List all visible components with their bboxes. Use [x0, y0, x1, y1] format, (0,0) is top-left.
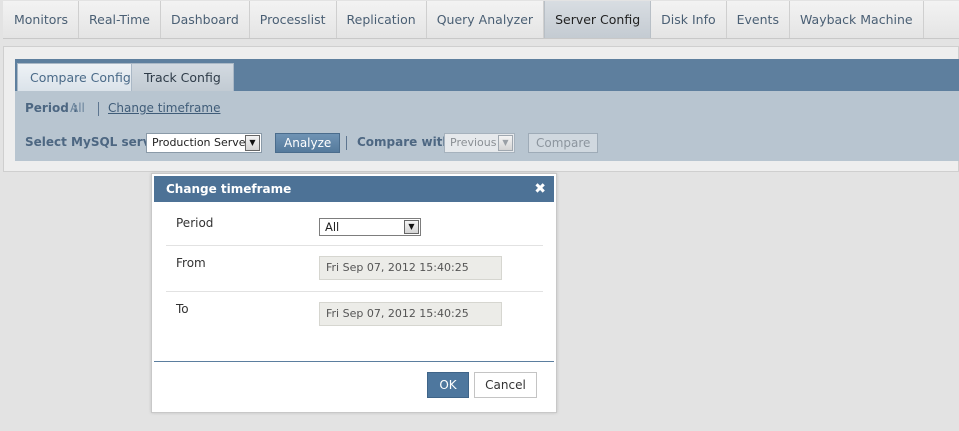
from-row: From Fri Sep 07, 2012 15:40:25	[166, 246, 543, 292]
period-select[interactable]: All ▼	[319, 218, 421, 236]
period-value: All	[70, 101, 85, 115]
from-date-input[interactable]: Fri Sep 07, 2012 15:40:25	[319, 256, 502, 280]
change-timeframe-dialog: Change timeframe ✖ Period All ▼ From Fri…	[151, 173, 557, 413]
divider	[346, 136, 347, 150]
dialog-footer-divider	[154, 361, 554, 362]
server-config-panel: Compare Config Track Config Period : All…	[3, 46, 959, 172]
compare-with-value: Previous	[450, 136, 497, 149]
nav-disk-info[interactable]: Disk Info	[651, 1, 727, 38]
config-toolbar: Period : All Change timeframe Select MyS…	[15, 91, 959, 161]
select-server-label: Select MySQL server	[25, 135, 165, 149]
chevron-down-icon: ▼	[498, 135, 513, 151]
nav-monitors[interactable]: Monitors	[3, 1, 80, 38]
period-field-label: Period	[176, 216, 214, 230]
tab-track-config[interactable]: Track Config	[131, 63, 234, 91]
tab-compare-config[interactable]: Compare Config	[17, 63, 144, 91]
cancel-button[interactable]: Cancel	[474, 372, 537, 398]
divider	[98, 102, 99, 116]
analyze-button[interactable]: Analyze	[275, 133, 341, 153]
nav-wayback-machine[interactable]: Wayback Machine	[790, 1, 924, 38]
nav-replication[interactable]: Replication	[337, 1, 427, 38]
top-navigation: Monitors Real-Time Dashboard Processlist…	[3, 1, 959, 39]
dialog-header: Change timeframe ✖	[154, 176, 554, 202]
from-label: From	[176, 256, 206, 270]
compare-with-label: Compare with	[357, 135, 451, 149]
nav-query-analyzer[interactable]: Query Analyzer	[427, 1, 545, 38]
to-row: To Fri Sep 07, 2012 15:40:25	[166, 292, 543, 338]
nav-events[interactable]: Events	[727, 1, 790, 38]
to-date-input[interactable]: Fri Sep 07, 2012 15:40:25	[319, 302, 502, 326]
chevron-down-icon: ▼	[245, 135, 260, 151]
change-timeframe-link[interactable]: Change timeframe	[108, 101, 220, 115]
nav-dashboard[interactable]: Dashboard	[161, 1, 250, 38]
ok-button[interactable]: OK	[427, 372, 469, 398]
subtab-bar: Compare Config Track Config	[15, 59, 959, 91]
chevron-down-icon: ▼	[404, 220, 419, 234]
to-label: To	[176, 302, 189, 316]
period-select-value: All	[325, 220, 340, 234]
nav-server-config[interactable]: Server Config	[544, 1, 652, 38]
nav-processlist[interactable]: Processlist	[250, 1, 337, 38]
compare-button[interactable]: Compare	[528, 133, 599, 153]
server-select-value: Production Server	[152, 136, 251, 149]
period-row: Period All ▼	[166, 200, 543, 246]
compare-with-select[interactable]: Previous ▼	[444, 133, 515, 153]
close-icon[interactable]: ✖	[534, 176, 546, 202]
dialog-title: Change timeframe	[166, 182, 292, 196]
server-select[interactable]: Production Server ▼	[146, 133, 262, 153]
nav-real-time[interactable]: Real-Time	[79, 1, 161, 38]
